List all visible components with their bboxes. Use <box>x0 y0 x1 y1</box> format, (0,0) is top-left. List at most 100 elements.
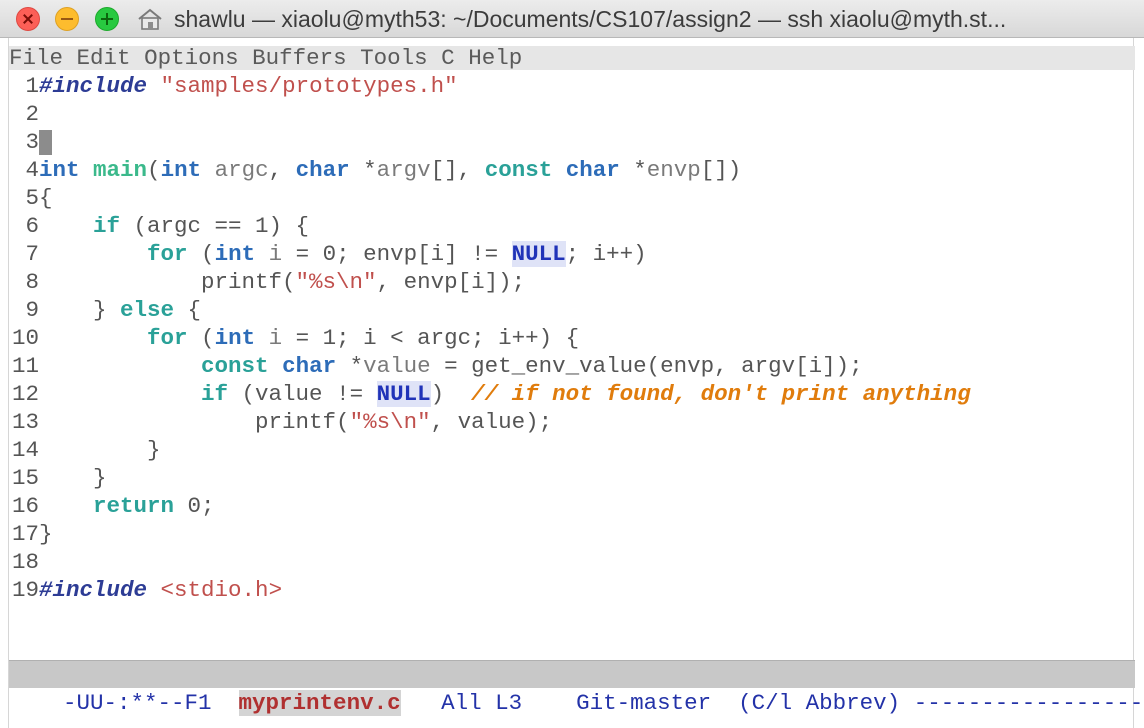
code-token: // if not found, don't print anything <box>471 381 971 407</box>
line-source: printf("%s\n", value); <box>39 409 552 435</box>
line-source: const char *value = get_env_value(envp, … <box>39 353 863 379</box>
menu-item-edit[interactable]: Edit <box>77 45 131 71</box>
code-token: NULL <box>376 381 431 407</box>
code-token: } <box>39 465 107 491</box>
code-line[interactable]: 10 for (int i = 1; i < argc; i++) { <box>9 324 1135 352</box>
line-source: #include <stdio.h> <box>39 577 282 603</box>
code-line[interactable]: 8 printf("%s\n", envp[i]); <box>9 268 1135 296</box>
code-token: { <box>39 185 53 211</box>
code-token: { <box>174 297 202 323</box>
line-number: 2 <box>25 101 39 127</box>
code-token: "%s\n" <box>349 409 431 435</box>
line-source: } else { <box>39 297 201 323</box>
line-source <box>39 129 52 155</box>
code-token: i <box>268 241 283 267</box>
code-line[interactable]: 9 } else { <box>9 296 1135 324</box>
close-window-button[interactable] <box>16 7 40 31</box>
code-token: main <box>93 157 148 183</box>
code-token: const <box>201 353 269 379</box>
code-line[interactable]: 16 return 0; <box>9 492 1135 520</box>
code-line[interactable]: 12 if (value != NULL) // if not found, d… <box>9 380 1135 408</box>
line-number: 10 <box>11 325 39 351</box>
code-line[interactable]: 19#include <stdio.h> <box>9 576 1135 604</box>
code-line[interactable]: 14 } <box>9 436 1135 464</box>
code-token: = 0; envp[i] != <box>282 241 512 267</box>
code-token: int <box>214 325 256 351</box>
line-source: #include "samples/prototypes.h" <box>39 73 458 99</box>
code-line[interactable]: 1#include "samples/prototypes.h" <box>9 72 1135 100</box>
menu-item-options[interactable]: Options <box>144 45 239 71</box>
line-number: 1 <box>25 73 39 99</box>
code-token: []) <box>700 157 742 183</box>
line-source: if (value != NULL) // if not found, don'… <box>39 381 971 407</box>
menu-item-c[interactable]: C <box>441 45 455 71</box>
code-token: if <box>201 381 229 407</box>
code-line[interactable]: 17} <box>9 520 1135 548</box>
minimize-window-button[interactable] <box>55 7 79 31</box>
code-token: (argc == 1) { <box>120 213 310 239</box>
code-token: for <box>147 241 188 267</box>
code-token: envp <box>646 157 701 183</box>
code-line[interactable]: 6 if (argc == 1) { <box>9 212 1135 240</box>
code-line[interactable]: 5{ <box>9 184 1135 212</box>
emacs-mode-line: -UU-:**--F1 myprintenv.c All L3 Git-mast… <box>9 660 1144 716</box>
code-line[interactable]: 18 <box>9 548 1135 576</box>
major-minor-modes[interactable]: (C/l Abbrev) <box>711 690 914 716</box>
code-token: 0; <box>174 493 215 519</box>
menu-item-buffers[interactable]: Buffers <box>252 45 347 71</box>
code-line[interactable]: 15 } <box>9 464 1135 492</box>
code-line[interactable]: 2 <box>9 100 1135 128</box>
code-buffer[interactable]: 1#include "samples/prototypes.h" 2 3 4int m… <box>9 72 1135 604</box>
line-source: } <box>39 437 161 463</box>
text-cursor <box>39 129 52 155</box>
code-token: int <box>39 157 80 183</box>
code-token: else <box>120 297 175 323</box>
code-line[interactable]: 13 printf("%s\n", value); <box>9 408 1135 436</box>
line-number: 17 <box>11 521 39 547</box>
code-token: value <box>363 353 431 379</box>
code-line[interactable]: 3 <box>9 128 1135 156</box>
code-token: if <box>93 213 121 239</box>
menu-item-tools[interactable]: Tools <box>360 45 428 71</box>
code-token: } <box>39 437 161 463</box>
vcs-branch[interactable]: Git-master <box>576 690 711 716</box>
code-line[interactable]: 11 const char *value = get_env_value(env… <box>9 352 1135 380</box>
code-token: argv <box>376 157 431 183</box>
line-source: if (argc == 1) { <box>39 213 309 239</box>
line-source: printf("%s\n", envp[i]); <box>39 269 525 295</box>
code-token: ( <box>147 157 161 183</box>
line-source: int main(int argc, char *argv[], const c… <box>39 157 741 183</box>
buffer-position: All L3 <box>400 690 577 716</box>
window-title-bar[interactable]: shawlu — xiaolu@myth53: ~/Documents/CS10… <box>0 0 1144 38</box>
code-line[interactable]: 7 for (int i = 0; envp[i] != NULL; i++) <box>9 240 1135 268</box>
window-title: shawlu — xiaolu@myth53: ~/Documents/CS10… <box>174 6 1007 32</box>
menu-item-file[interactable]: File <box>9 45 63 71</box>
code-token: } <box>39 521 53 547</box>
menu-item-help[interactable]: Help <box>468 45 522 71</box>
code-token: * <box>619 157 647 183</box>
line-number: 8 <box>25 269 39 295</box>
terminal-emacs-view[interactable]: File Edit Options Buffers Tools C Help 1… <box>8 38 1144 728</box>
code-token: [], <box>430 157 485 183</box>
code-line[interactable]: 4int main(int argc, char *argv[], const … <box>9 156 1135 184</box>
code-token: = get_env_value(envp, argv[i]); <box>430 353 863 379</box>
buffer-name[interactable]: myprintenv.c <box>238 690 401 716</box>
line-number: 16 <box>11 493 39 519</box>
code-token: , envp[i]); <box>376 269 526 295</box>
code-token: ( <box>187 325 215 351</box>
code-token: "samples/prototypes.h" <box>160 73 458 99</box>
code-token: , <box>268 157 296 183</box>
line-number: 4 <box>25 157 39 183</box>
line-source: return 0; <box>39 493 215 519</box>
mode-line-fill: ------------------ <box>913 690 1144 716</box>
code-token: <stdio.h> <box>160 577 283 603</box>
code-token: char <box>295 157 350 183</box>
zoom-window-button[interactable] <box>95 7 119 31</box>
code-token: argc <box>214 157 269 183</box>
